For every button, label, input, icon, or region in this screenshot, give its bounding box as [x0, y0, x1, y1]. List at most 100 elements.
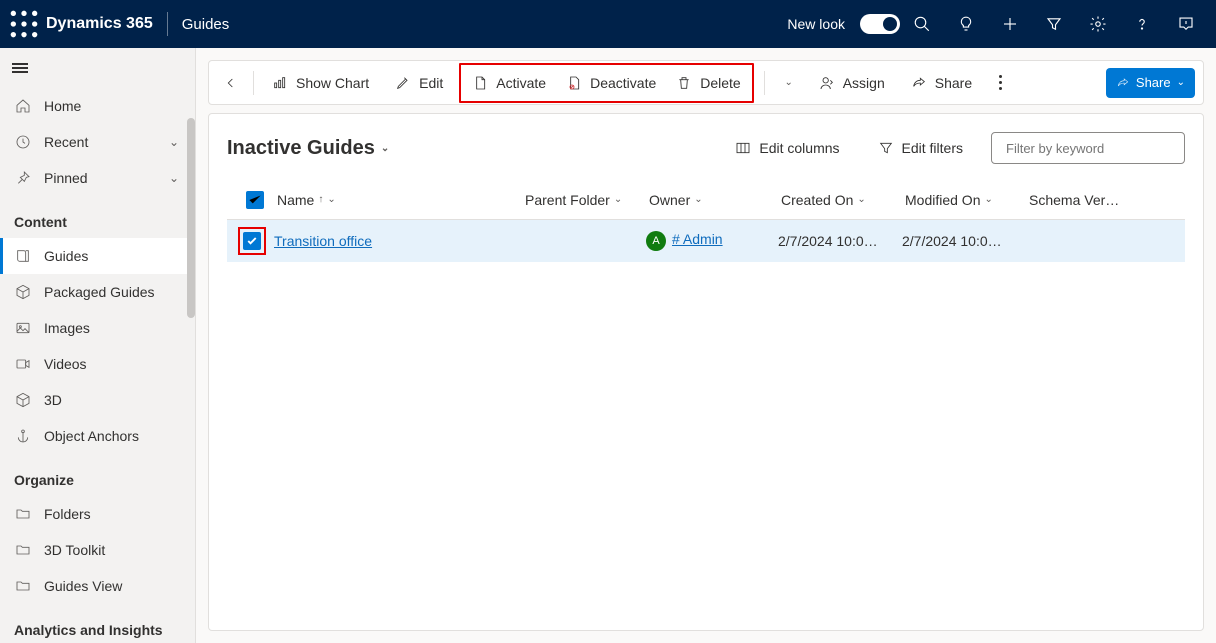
nav-label: Packaged Guides [44, 284, 185, 300]
nav-home[interactable]: Home [0, 88, 195, 124]
show-chart-button[interactable]: Show Chart [262, 66, 379, 100]
delete-button[interactable]: Delete [666, 66, 750, 100]
clock-icon [14, 134, 32, 150]
video-icon [14, 356, 32, 372]
avatar: A [646, 231, 666, 251]
overflow-commands[interactable] [988, 75, 1012, 90]
column-owner[interactable]: Owner ⌄ [649, 192, 781, 208]
cell-modified-on: 2/7/2024 10:0… [902, 233, 1026, 249]
nav-folders[interactable]: Folders [0, 496, 195, 532]
search-icon[interactable] [900, 0, 944, 48]
column-schema-version[interactable]: Schema Ver… ⌄ [1029, 192, 1133, 208]
nav-label: Guides [44, 248, 185, 264]
more-dropdown[interactable]: ⌄ [775, 66, 803, 100]
chevron-down-icon: ⌄ [1177, 77, 1185, 88]
anchor-icon [14, 428, 32, 444]
nav-3d-toolkit[interactable]: 3D Toolkit [0, 532, 195, 568]
column-modified-on[interactable]: Modified On ⌄ [905, 192, 1029, 208]
nav-guides-view[interactable]: Guides View [0, 568, 195, 604]
edit-filters-button[interactable]: Edit filters [868, 134, 973, 162]
global-topbar: Dynamics 365 Guides New look [0, 0, 1216, 48]
grid-row[interactable]: Transition office A # Admin 2/7/2024 10:0… [227, 220, 1185, 262]
sort-asc-icon: ↑ [318, 194, 323, 205]
nav-object-anchors[interactable]: Object Anchors [0, 418, 195, 454]
column-parent-folder[interactable]: Parent Folder ⌄ [525, 192, 649, 208]
view-title[interactable]: Inactive Guides ⌄ [227, 137, 389, 160]
nav-label: Guides View [44, 578, 185, 594]
edit-icon [395, 75, 411, 91]
cell-created-on: 2/7/2024 10:0… [778, 233, 902, 249]
filter-icon[interactable] [1032, 0, 1076, 48]
chevron-down-icon: ⌄ [984, 194, 992, 205]
hamburger-icon [12, 61, 28, 76]
edit-columns-button[interactable]: Edit columns [725, 134, 849, 162]
help-icon[interactable] [1120, 0, 1164, 48]
column-created-on[interactable]: Created On ⌄ [781, 192, 905, 208]
nav-label: 3D Toolkit [44, 542, 185, 558]
app-name[interactable]: Guides [182, 16, 230, 33]
column-label: Name [277, 192, 314, 208]
separator [167, 12, 168, 36]
sidebar-scrollbar[interactable] [187, 118, 195, 318]
nav-guides[interactable]: Guides [0, 238, 195, 274]
cmd-label: Show Chart [296, 75, 369, 91]
new-look-toggle[interactable] [860, 14, 900, 34]
chevron-down-icon: ⌄ [381, 143, 389, 154]
edit-button[interactable]: Edit [385, 66, 453, 100]
nav-3d[interactable]: 3D [0, 382, 195, 418]
cmd-label: Edit [419, 75, 443, 91]
chevron-down-icon: ⌄ [169, 135, 185, 149]
add-icon[interactable] [988, 0, 1032, 48]
new-look-label: New look [787, 16, 845, 32]
nav-label: Images [44, 320, 185, 336]
select-all-checkbox[interactable] [233, 191, 277, 209]
settings-icon[interactable] [1076, 0, 1120, 48]
command-bar: Show Chart Edit Activate Deactivate Dele… [208, 60, 1204, 105]
share-icon [1116, 76, 1130, 90]
column-name[interactable]: Name ↑ ⌄ [277, 192, 525, 208]
activate-button[interactable]: Activate [462, 66, 556, 100]
home-icon [14, 98, 32, 114]
column-label: Created On [781, 192, 853, 208]
search-input[interactable] [1006, 141, 1182, 156]
owner-link[interactable]: # Admin [672, 231, 723, 247]
nav-packaged-guides[interactable]: Packaged Guides [0, 274, 195, 310]
nav-pinned[interactable]: Pinned ⌄ [0, 160, 195, 196]
column-label: Modified On [905, 192, 980, 208]
lightbulb-icon[interactable] [944, 0, 988, 48]
support-chat-icon[interactable] [1164, 0, 1208, 48]
document-disable-icon [566, 75, 582, 91]
grid-header: Name ↑ ⌄ Parent Folder ⌄ Owner ⌄ Created… [227, 180, 1185, 220]
record-name-link[interactable]: Transition office [274, 233, 372, 249]
folder-icon [14, 506, 32, 522]
share-button[interactable]: Share [901, 66, 982, 100]
cell-owner[interactable]: A # Admin [646, 231, 778, 251]
brand-label[interactable]: Dynamics 365 [46, 15, 153, 33]
cube-icon [14, 392, 32, 408]
keyword-search[interactable] [991, 132, 1185, 164]
row-checkbox[interactable] [243, 232, 261, 250]
pin-icon [14, 170, 32, 186]
nav-images[interactable]: Images [0, 310, 195, 346]
app-launcher-icon[interactable] [8, 8, 40, 40]
nav-videos[interactable]: Videos [0, 346, 195, 382]
chevron-down-icon: ⌄ [327, 194, 335, 205]
nav-label: Videos [44, 356, 185, 372]
deactivate-button[interactable]: Deactivate [556, 66, 666, 100]
content-panel: Inactive Guides ⌄ Edit columns Edit filt… [208, 113, 1204, 631]
chart-icon [272, 75, 288, 91]
share-primary-button[interactable]: Share ⌄ [1106, 68, 1195, 98]
share-icon [911, 75, 927, 91]
cmd-label: Activate [496, 75, 546, 91]
nav-label: Pinned [44, 170, 157, 186]
back-button[interactable] [217, 66, 245, 100]
cmd-label: Share [935, 75, 972, 91]
cmd-label: Assign [843, 75, 885, 91]
nav-label: Object Anchors [44, 428, 185, 444]
assign-button[interactable]: Assign [809, 66, 895, 100]
nav-recent[interactable]: Recent ⌄ [0, 124, 195, 160]
nav-label: 3D [44, 392, 185, 408]
highlight-activate-deactivate-delete: Activate Deactivate Delete [459, 63, 753, 103]
sidebar-toggle[interactable] [0, 48, 195, 88]
back-arrow-icon [223, 75, 239, 91]
